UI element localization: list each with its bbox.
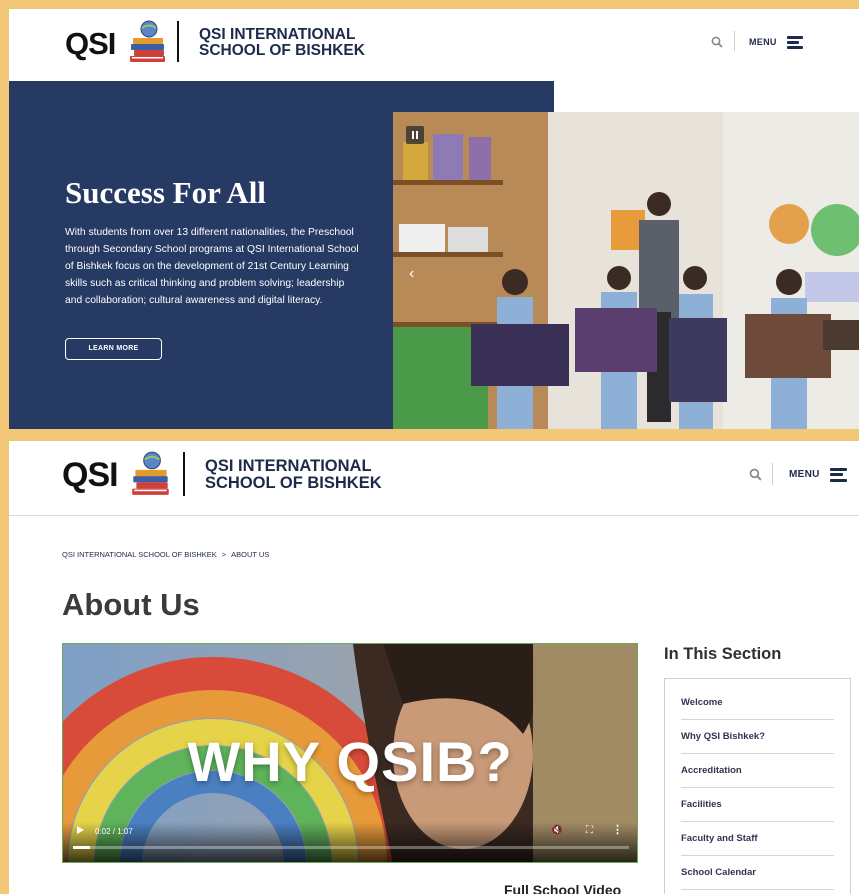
video-progress-bar[interactable]	[73, 846, 629, 849]
school-name-line1: QSI INTERNATIONAL	[205, 457, 372, 475]
hero-description: With students from over 13 different nat…	[65, 227, 359, 306]
qsi-logo-text[interactable]: QSI	[62, 456, 119, 495]
video-overlay-title: WHY QSIB?	[187, 730, 513, 793]
school-name-line1: QSI INTERNATIONAL	[199, 26, 356, 43]
school-video-player[interactable]: WHY QSIB? 0:02 / 1:07 🔇 ⛶ ⋮	[62, 643, 638, 863]
breadcrumb-current[interactable]: ABOUT US	[231, 550, 269, 559]
video-time: 0:02 / 1:07	[95, 827, 133, 836]
slideshow-pause-button[interactable]	[406, 126, 424, 144]
hero-classroom-photo	[393, 112, 859, 429]
section-nav: Welcome Why QSI Bishkek? Accreditation F…	[664, 678, 851, 894]
school-name[interactable]: QSI INTERNATIONAL SCHOOL OF BISHKEK	[205, 457, 382, 493]
hero-title: Success For All	[65, 175, 266, 210]
school-name-line2: SCHOOL OF BISHKEK	[199, 42, 365, 60]
header-divider	[772, 463, 773, 485]
header-divider	[734, 31, 735, 51]
section-nav-item-faculty-staff[interactable]: Faculty and Staff	[681, 822, 834, 856]
school-name-line2: SCHOOL OF BISHKEK	[205, 474, 382, 493]
learn-more-button[interactable]: LEARN MORE	[65, 338, 162, 360]
video-progress-fill	[73, 846, 90, 849]
in-this-section-title: In This Section	[664, 645, 782, 663]
fullscreen-icon[interactable]: ⛶	[586, 825, 593, 836]
homepage-screenshot: QSI QSI INTERNATIONAL SCHOOL OF BISHKEK …	[9, 9, 859, 429]
qsi-logo-text[interactable]: QSI	[65, 26, 116, 62]
page-title: About Us	[62, 587, 200, 622]
breadcrumb: QSI INTERNATIONAL SCHOOL OF BISHKEK > ABOU…	[62, 550, 269, 559]
slideshow-prev-arrow-icon[interactable]: ‹	[409, 265, 414, 283]
section-nav-item-welcome[interactable]: Welcome	[681, 686, 834, 720]
logo-divider	[183, 452, 185, 496]
section-nav-item-accreditation[interactable]: Accreditation	[681, 754, 834, 788]
mute-icon[interactable]: 🔇	[551, 825, 563, 836]
about-us-screenshot: QSI QSI INTERNATIONAL SCHOOL OF BISHKEK …	[9, 441, 859, 894]
breadcrumb-home-link[interactable]: QSI INTERNATIONAL SCHOOL OF BISHKEK	[62, 550, 217, 559]
logo-divider	[177, 21, 179, 62]
section-nav-item-facilities[interactable]: Facilities	[681, 788, 834, 822]
play-icon[interactable]	[77, 826, 84, 834]
section-nav-item-why-qsi[interactable]: Why QSI Bishkek?	[681, 720, 834, 754]
books-globe-logo-icon[interactable]	[129, 450, 173, 498]
school-name[interactable]: QSI INTERNATIONAL SCHOOL OF BISHKEK	[199, 26, 365, 60]
section-nav-item-school-calendar[interactable]: School Calendar	[681, 856, 834, 890]
search-icon[interactable]	[711, 36, 723, 48]
site-header: QSI QSI INTERNATIONAL SCHOOL OF BISHKEK …	[9, 441, 859, 516]
breadcrumb-separator: >	[221, 550, 227, 559]
search-icon[interactable]	[749, 468, 762, 481]
video-caption: Full School Video	[504, 882, 622, 894]
menu-label[interactable]: MENU	[789, 469, 820, 480]
books-globe-logo-icon[interactable]	[127, 19, 169, 65]
site-header: QSI QSI INTERNATIONAL SCHOOL OF BISHKEK …	[9, 9, 859, 81]
menu-label[interactable]: MENU	[749, 37, 777, 47]
hamburger-menu-icon[interactable]	[787, 36, 803, 49]
more-options-icon[interactable]: ⋮	[612, 823, 623, 836]
hamburger-menu-icon[interactable]	[830, 468, 847, 482]
